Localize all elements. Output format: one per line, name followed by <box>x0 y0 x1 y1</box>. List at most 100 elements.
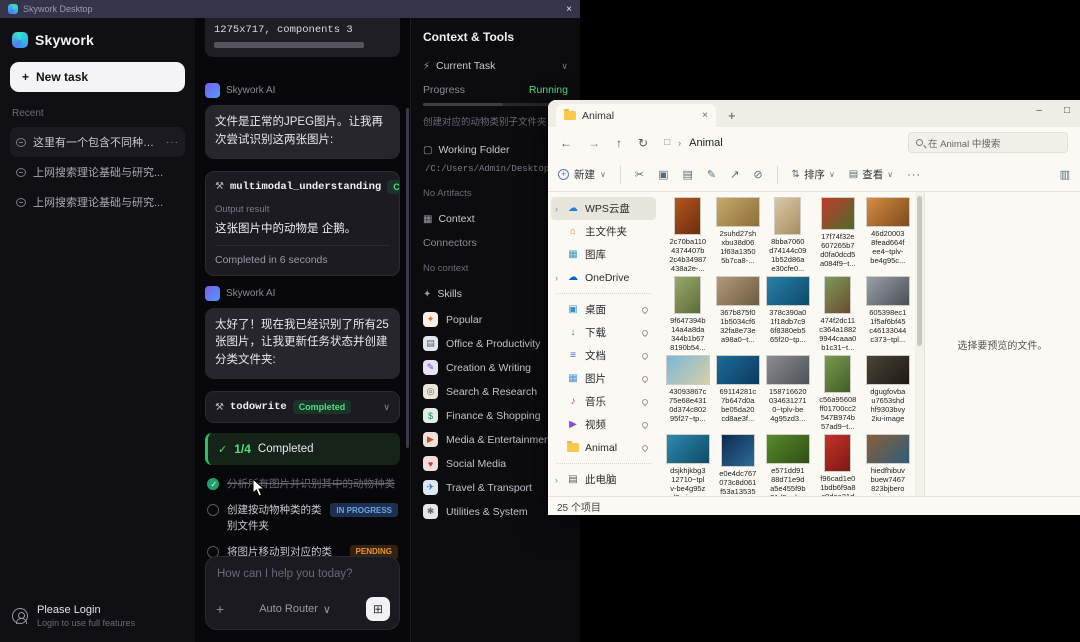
paste-icon[interactable]: ▤ <box>682 168 692 181</box>
minimize-button[interactable]: – <box>1036 105 1042 116</box>
chevron-down-icon[interactable]: ∨ <box>383 402 390 413</box>
more-options-button[interactable]: ··· <box>907 169 921 181</box>
recent-task-item[interactable]: 上网搜索理论基础与研究... <box>10 187 185 217</box>
file-item[interactable]: e0e4dc767 073c8d061 f53a13535 b7ca8~t... <box>713 434 763 496</box>
skill-item[interactable]: ◎Search & Research <box>423 384 568 399</box>
current-task-row[interactable]: ⚡ Current Task ∨ <box>423 60 568 72</box>
chevron-down-icon: ∨ <box>323 603 331 616</box>
sidebar-item-图库[interactable]: ▦图库 <box>551 243 656 266</box>
recent-task-item[interactable]: 这里有一个包含不同种类...··· <box>10 127 185 157</box>
chat-input[interactable]: How can I help you today? + Auto Router … <box>205 556 400 630</box>
skill-label: Travel & Transport <box>446 482 532 494</box>
file-item[interactable]: hiedfhibuv buew7467 823bjbero -image <box>863 434 913 496</box>
delete-icon[interactable]: ⊘ <box>753 168 762 181</box>
file-item[interactable]: 69114281c 7b647d0a be05da20 cd8ae3f... <box>713 355 763 431</box>
context-row[interactable]: ▦ Context <box>423 213 568 225</box>
tab-close-icon[interactable]: × <box>702 110 708 121</box>
search-input[interactable]: 在 Animal 中搜索 <box>908 132 1068 153</box>
refresh-button[interactable]: ↻ <box>638 136 648 150</box>
send-button[interactable]: ⊞ <box>366 597 390 621</box>
sidebar-item-wps云盘[interactable]: ›☁WPS云盘 <box>551 197 656 220</box>
context-icon: ▦ <box>423 214 432 225</box>
skill-item[interactable]: ✎Creation & Writing <box>423 360 568 375</box>
file-item[interactable]: e571dd91 88d71e9d a5e455f9b 31d5eab... <box>763 434 813 496</box>
chevron-down-icon: ∨ <box>561 61 568 72</box>
sidebar-item-视频[interactable]: ▶视频 <box>551 413 656 436</box>
file-item[interactable]: f96cad1e0 1bdb6f9a8 c0dea21d 793b92~... <box>813 434 863 496</box>
skill-item[interactable]: ✈Travel & Transport <box>423 480 568 495</box>
nav-icon: ▦ <box>567 249 579 260</box>
file-item[interactable]: c56a95608 ff01700cc2 547B974b 57ad9~t... <box>813 355 863 431</box>
file-item[interactable]: 2c70ba110 4374407b 2c4b34987 438a2e-... <box>663 197 713 273</box>
file-item[interactable]: 367b875f0 1b5034cf6 32fa8e73e a98a0~t... <box>713 276 763 352</box>
new-tab-button[interactable]: + <box>728 108 736 127</box>
progress-detail: 创建对应的动物类别子文件夹 <box>423 114 568 128</box>
close-icon[interactable]: × <box>566 4 572 15</box>
skill-item[interactable]: ✦Popular <box>423 312 568 327</box>
explorer-tab-animal[interactable]: Animal × <box>556 104 716 127</box>
view-button[interactable]: ▤ 查看 ∨ <box>849 167 893 182</box>
up-button[interactable]: ↑ <box>616 136 622 150</box>
cut-icon[interactable]: ✂ <box>635 168 644 181</box>
new-task-button[interactable]: + New task <box>10 62 185 92</box>
sidebar-item-图片[interactable]: ▦图片 <box>551 367 656 390</box>
breadcrumb-folder[interactable]: Animal <box>689 137 723 149</box>
folder-icon <box>567 443 579 452</box>
login-area[interactable]: Please Login Login to use full features <box>10 598 185 634</box>
file-item[interactable]: 17f74f32e 607265b7 d0fa0dcd5 a084f9~t... <box>813 197 863 273</box>
share-icon[interactable]: ↗ <box>730 168 739 181</box>
chevron-right-icon[interactable]: › <box>555 273 558 283</box>
chevron-right-icon[interactable]: › <box>555 475 558 485</box>
rename-icon[interactable]: ✎ <box>707 168 716 181</box>
skill-item[interactable]: ♥Social Media <box>423 456 568 471</box>
chat-scrollbar[interactable] <box>406 108 409 448</box>
file-item[interactable]: dsjkhjkbg3 12710~tpl v-be4g95z d3a-ima..… <box>663 434 713 496</box>
sidebar-item-主文件夹[interactable]: ⌂主文件夹 <box>551 220 656 243</box>
sidebar-item-网络[interactable]: ›⊕网络 <box>551 491 656 496</box>
file-item[interactable]: 158716620 034631271 0~tplv-be 4g95zd3... <box>763 355 813 431</box>
file-item[interactable]: 43093867c 75e68e431 0d374c802 95f27~tp..… <box>663 355 713 431</box>
file-item[interactable]: 8bba7060 d74144c09 1b52d86a e30cfe0... <box>763 197 813 273</box>
model-router-dropdown[interactable]: Auto Router ∨ <box>259 603 331 616</box>
new-button[interactable]: + 新建 ∨ <box>558 167 606 182</box>
app-title: Skywork Desktop <box>23 4 93 14</box>
nav-label: 桌面 <box>585 302 636 317</box>
app-titlebar: Skywork Desktop × <box>0 0 580 18</box>
attach-plus-icon[interactable]: + <box>216 601 224 617</box>
more-icon[interactable]: ··· <box>166 137 179 148</box>
media-entertainment-icon: ▶ <box>423 432 438 447</box>
tool-status-badge: Completed <box>293 400 352 414</box>
preview-pane-toggle[interactable]: ▥ <box>1060 168 1070 181</box>
sidebar-item-音乐[interactable]: ♪音乐 <box>551 390 656 413</box>
sidebar-item-此电脑[interactable]: ›▤此电脑 <box>551 468 656 491</box>
sort-button[interactable]: ⇅ 排序 ∨ <box>792 167 835 182</box>
breadcrumb[interactable]: □ › Animal <box>664 137 892 149</box>
file-item[interactable]: 9f647394b 14a4a8da 344b1b67 8190b54... <box>663 276 713 352</box>
back-button[interactable]: ← <box>560 136 572 150</box>
tool-call-card[interactable]: ⚒ multimodal_understanding Complete Outp… <box>205 171 400 276</box>
recent-task-item[interactable]: 上网搜索理论基础与研究... <box>10 157 185 187</box>
forward-button[interactable]: → <box>588 136 600 150</box>
agent-name: Skywork AI <box>226 85 275 96</box>
pin-icon <box>641 351 649 359</box>
copy-icon[interactable]: ▣ <box>658 168 668 181</box>
file-item[interactable]: 474f2dc11 c364a1882 9944caaa0 b1c31~t... <box>813 276 863 352</box>
grid-scrollbar[interactable] <box>915 192 924 496</box>
skill-item[interactable]: ▤Office & Productivity <box>423 336 568 351</box>
maximize-button[interactable]: □ <box>1064 105 1070 116</box>
sidebar-item-下载[interactable]: ↓下载 <box>551 321 656 344</box>
file-item[interactable]: 2suhd27sh xbu38d06 1f63a1350 5b7ca8-... <box>713 197 763 273</box>
file-item[interactable]: dgugfovba u7653shd hf9303bvy 2iu-image <box>863 355 913 431</box>
file-item[interactable]: 378c390a0 1f18db7c9 6f8380eb5 65f20~tp..… <box>763 276 813 352</box>
file-item[interactable]: 46d20003 8fead664f ee4~tplv- be4g95c... <box>863 197 913 273</box>
skill-item[interactable]: ✱Utilities & System <box>423 504 568 519</box>
sidebar-item-onedrive[interactable]: ›☁OneDrive <box>551 266 656 289</box>
sidebar-item-animal[interactable]: Animal <box>551 436 656 459</box>
file-item[interactable]: 605398ec1 1f5af6bf45 c46133044 c373~tpl.… <box>863 276 913 352</box>
todowrite-card[interactable]: ⚒ todowrite Completed ∨ <box>205 391 400 423</box>
skill-item[interactable]: ▶Media & Entertainment <box>423 432 568 447</box>
sidebar-item-桌面[interactable]: ▣桌面 <box>551 298 656 321</box>
sidebar-item-文档[interactable]: ≡文档 <box>551 344 656 367</box>
chevron-right-icon[interactable]: › <box>555 204 558 214</box>
skill-item[interactable]: $Finance & Shopping <box>423 408 568 423</box>
